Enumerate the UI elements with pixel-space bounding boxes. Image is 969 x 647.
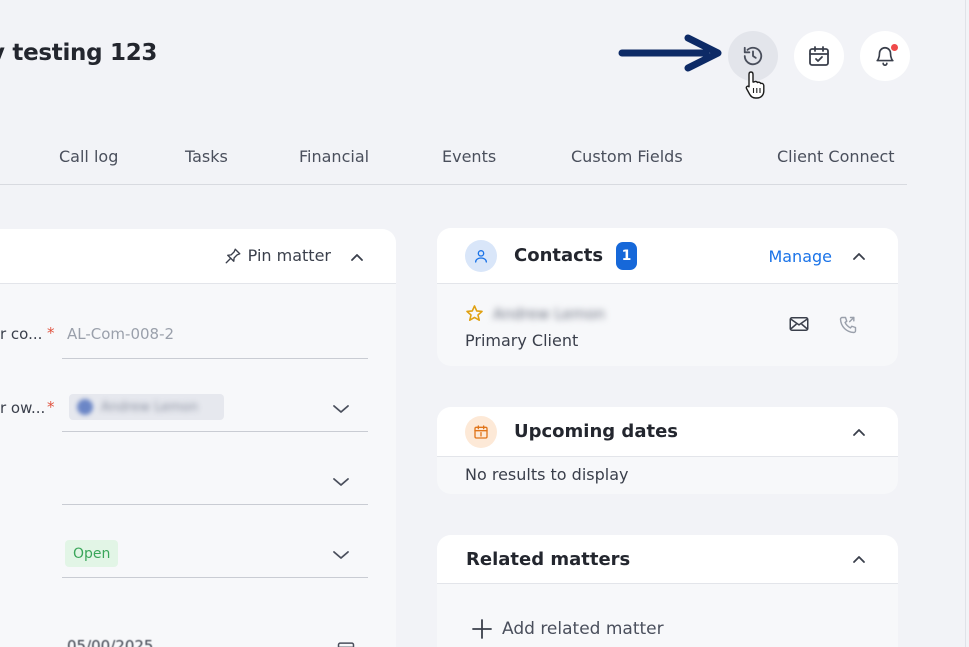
- plus-icon: [472, 619, 492, 639]
- history-icon: [743, 46, 763, 66]
- field-underline: [62, 431, 368, 432]
- annotation-arrow-icon: [618, 34, 722, 72]
- status-badge: Open: [65, 540, 119, 567]
- tab-tasks[interactable]: Tasks: [185, 147, 228, 166]
- star-icon[interactable]: [465, 304, 484, 323]
- matter-details-card: Pin matter r co... * AL-Com-008-2 r ow..…: [0, 229, 396, 647]
- contacts-title: Contacts: [514, 245, 604, 266]
- related-matters-title: Related matters: [466, 549, 631, 570]
- owner-name: Andrew Lemon: [101, 399, 199, 415]
- mail-icon[interactable]: [789, 316, 809, 332]
- field-label: r co...: [0, 325, 43, 343]
- pin-matter-label: Pin matter: [247, 246, 331, 265]
- chevron-down-icon[interactable]: [332, 549, 350, 561]
- owner-chip: Andrew Lemon: [69, 394, 224, 420]
- matter-owner-field[interactable]: r ow... * Andrew Lemon: [0, 377, 372, 437]
- window-edge: [965, 0, 966, 647]
- contacts-header: Contacts 1 Manage: [437, 228, 898, 284]
- tab-financial[interactable]: Financial: [299, 147, 369, 166]
- dropdown-field[interactable]: [0, 450, 372, 510]
- chevron-down-icon[interactable]: [332, 476, 350, 488]
- collapse-chevron-up-icon[interactable]: [852, 552, 866, 566]
- hand-cursor-icon: [745, 71, 765, 99]
- upcoming-dates-title: Upcoming dates: [514, 421, 678, 442]
- tab-custom-fields[interactable]: Custom Fields: [571, 147, 683, 166]
- calendar-icon[interactable]: [336, 639, 356, 647]
- tab-client-connect[interactable]: Client Connect: [777, 147, 895, 166]
- field-underline: [62, 358, 368, 359]
- add-related-matter-button[interactable]: Add related matter: [471, 618, 664, 640]
- page-title: y testing 123: [0, 40, 158, 66]
- calendar-check-icon: [809, 46, 829, 66]
- add-related-matter-label: Add related matter: [502, 619, 664, 639]
- upcoming-dates-card: Upcoming dates No results to display: [437, 407, 898, 494]
- related-matters-header: Related matters: [437, 535, 898, 584]
- matter-details-header: Pin matter: [0, 229, 396, 284]
- contact-name[interactable]: Andrew Lemon: [493, 305, 605, 323]
- field-underline: [62, 504, 368, 505]
- notification-dot: [890, 43, 899, 52]
- empty-state-text: No results to display: [465, 465, 629, 484]
- related-matters-card: Related matters Add related matter: [437, 535, 898, 647]
- pin-matter-button[interactable]: Pin matter: [224, 246, 331, 265]
- collapse-chevron-up-icon[interactable]: [350, 250, 364, 264]
- contact-role: Primary Client: [465, 331, 579, 350]
- notifications-button[interactable]: [860, 31, 910, 81]
- pin-icon: [225, 248, 241, 263]
- contacts-count-badge: 1: [616, 242, 637, 270]
- collapse-chevron-up-icon[interactable]: [852, 425, 866, 439]
- contact-person-icon: [465, 240, 497, 272]
- required-marker: *: [47, 324, 55, 342]
- status-field[interactable]: Open: [0, 523, 372, 583]
- tab-events[interactable]: Events: [442, 147, 496, 166]
- calendar-button[interactable]: [794, 31, 844, 81]
- matter-code-input[interactable]: AL-Com-008-2: [67, 325, 174, 343]
- date-input[interactable]: 05/00/2025: [67, 637, 153, 647]
- required-marker: *: [47, 398, 55, 416]
- field-underline: [62, 577, 368, 578]
- contacts-card: Contacts 1 Manage Andrew Lemon Primary C…: [437, 228, 898, 366]
- calendar-icon: [465, 416, 497, 448]
- collapse-chevron-up-icon[interactable]: [852, 249, 866, 263]
- chevron-down-icon[interactable]: [332, 403, 350, 415]
- matter-code-field[interactable]: r co... * AL-Com-008-2: [0, 304, 372, 364]
- avatar: [77, 399, 93, 415]
- phone-forward-icon[interactable]: [838, 315, 858, 335]
- tab-call-log[interactable]: Call log: [59, 147, 118, 166]
- matter-tabs: Call log Tasks Financial Events Custom F…: [0, 146, 907, 185]
- manage-contacts-link[interactable]: Manage: [768, 247, 832, 266]
- upcoming-dates-header: Upcoming dates: [437, 407, 898, 457]
- field-label: r ow...: [0, 399, 46, 417]
